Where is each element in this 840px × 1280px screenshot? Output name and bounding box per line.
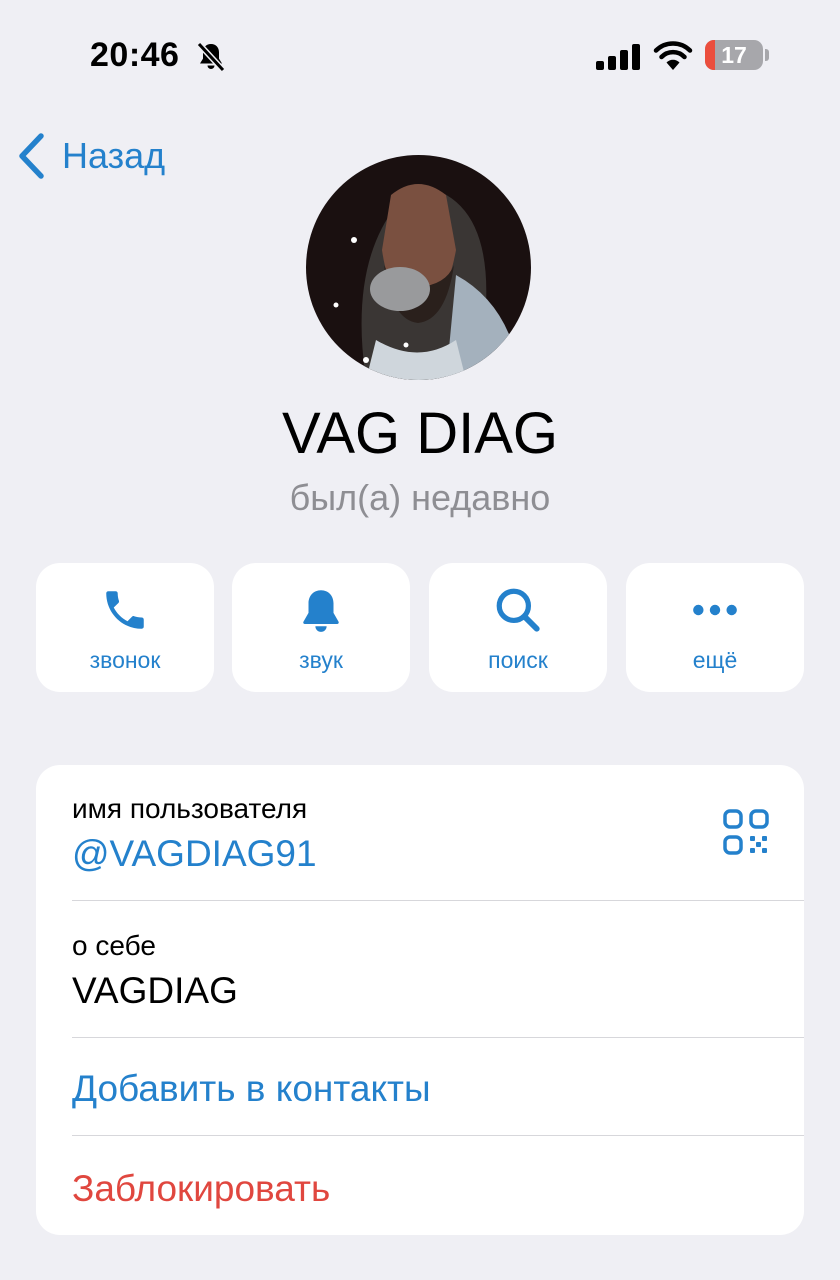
chevron-left-icon	[19, 133, 44, 179]
info-card: имя пользователя @VAGDIAG91 о себе VAGDI…	[36, 765, 804, 1235]
battery-cap	[765, 49, 769, 61]
wifi-icon	[653, 41, 693, 70]
phone-icon	[106, 591, 144, 629]
avatar-photo	[306, 155, 531, 380]
qr-code-icon	[723, 809, 769, 855]
add-contact-button[interactable]: Добавить в контакты	[36, 1038, 804, 1135]
username-row[interactable]: имя пользователя @VAGDIAG91	[36, 765, 804, 900]
avatar[interactable]	[306, 155, 531, 380]
bio-label: о себе	[72, 930, 156, 961]
cellular-signal-icon	[596, 44, 640, 70]
more-button[interactable]: ещё	[626, 563, 804, 692]
bell-slash-icon	[196, 41, 226, 73]
sound-label: звук	[299, 647, 343, 673]
battery-indicator: 17	[705, 40, 763, 70]
call-button[interactable]: звонок	[36, 563, 214, 692]
sound-button[interactable]: звук	[232, 563, 410, 692]
search-button[interactable]: поиск	[429, 563, 607, 692]
block-label: Заблокировать	[72, 1168, 331, 1209]
bio-row: о себе VAGDIAG	[36, 901, 804, 1037]
status-time: 20:46	[90, 36, 180, 74]
bio-value: VAGDIAG	[72, 970, 238, 1011]
battery-level: 17	[721, 42, 747, 68]
back-button[interactable]: Назад	[16, 130, 165, 182]
profile-name: VAG DIAG	[281, 401, 559, 466]
username-label: имя пользователя	[72, 793, 308, 824]
qr-code-button[interactable]	[723, 809, 769, 855]
search-icon	[496, 588, 540, 632]
bell-icon	[303, 590, 339, 632]
more-icon	[693, 604, 737, 616]
last-seen-status: был(а) недавно	[289, 477, 551, 518]
call-label: звонок	[89, 647, 161, 673]
search-label: поиск	[488, 647, 548, 673]
more-label: ещё	[692, 647, 738, 673]
add-contact-label: Добавить в контакты	[72, 1068, 431, 1109]
username-value[interactable]: @VAGDIAG91	[72, 833, 317, 875]
back-label: Назад	[62, 135, 166, 176]
block-button[interactable]: Заблокировать	[36, 1136, 804, 1235]
